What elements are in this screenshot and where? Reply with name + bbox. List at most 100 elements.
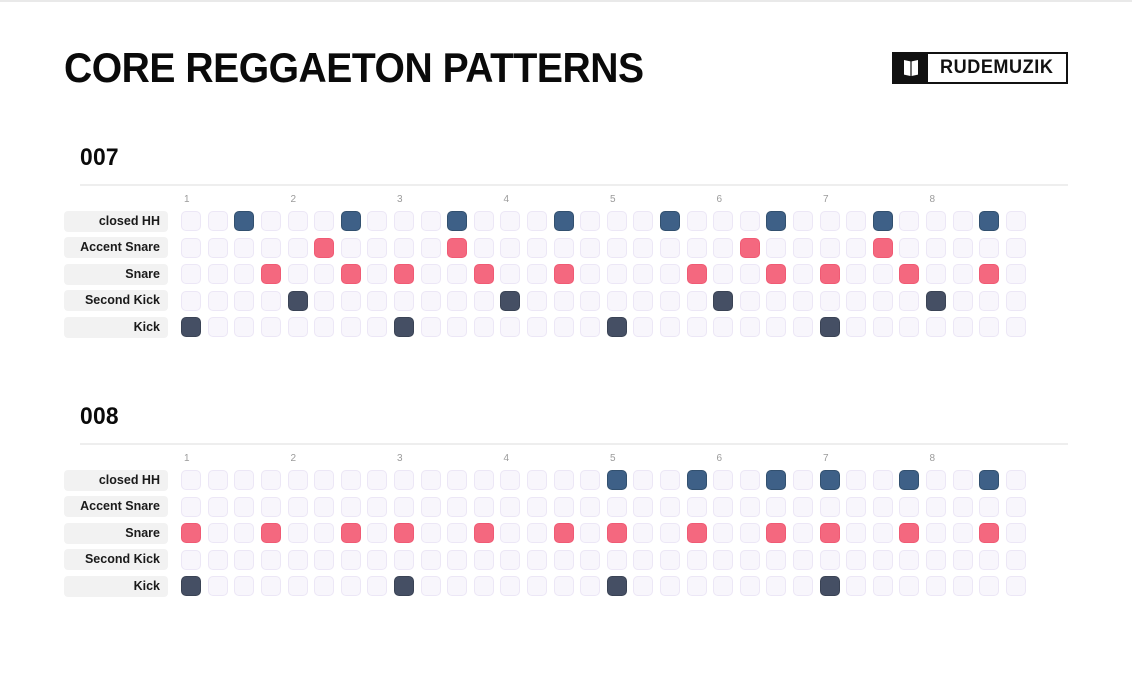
step-cell[interactable] — [471, 547, 498, 574]
step-pad-active[interactable] — [899, 264, 920, 285]
step-pad-empty[interactable] — [287, 496, 308, 517]
step-pad-active[interactable] — [340, 523, 361, 544]
step-cell[interactable] — [869, 520, 896, 547]
step-pad-active[interactable] — [766, 264, 787, 285]
step-cell[interactable] — [790, 288, 817, 315]
step-cell[interactable] — [736, 494, 763, 521]
step-cell[interactable] — [231, 573, 258, 600]
step-pad-empty[interactable] — [766, 317, 787, 338]
step-cell[interactable] — [471, 288, 498, 315]
step-pad-empty[interactable] — [420, 237, 441, 258]
step-cell[interactable] — [577, 467, 604, 494]
step-cell[interactable] — [524, 573, 551, 600]
step-pad-empty[interactable] — [234, 317, 255, 338]
step-pad-empty[interactable] — [473, 237, 494, 258]
step-cell[interactable] — [630, 520, 657, 547]
step-cell[interactable] — [391, 573, 418, 600]
step-cell[interactable] — [949, 520, 976, 547]
step-cell[interactable] — [869, 494, 896, 521]
step-cell[interactable] — [736, 261, 763, 288]
step-pad-empty[interactable] — [287, 576, 308, 597]
step-cell[interactable] — [497, 520, 524, 547]
step-pad-empty[interactable] — [952, 549, 973, 570]
step-cell[interactable] — [284, 467, 311, 494]
step-cell[interactable] — [790, 314, 817, 341]
step-pad-empty[interactable] — [527, 470, 548, 491]
step-pad-empty[interactable] — [952, 290, 973, 311]
step-cell[interactable] — [497, 547, 524, 574]
step-cell[interactable] — [976, 467, 1003, 494]
step-pad-empty[interactable] — [633, 290, 654, 311]
step-cell[interactable] — [391, 494, 418, 521]
step-cell[interactable] — [949, 261, 976, 288]
step-cell[interactable] — [949, 288, 976, 315]
step-pad-empty[interactable] — [420, 523, 441, 544]
step-cell[interactable] — [577, 288, 604, 315]
step-cell[interactable] — [524, 208, 551, 235]
step-cell[interactable] — [923, 261, 950, 288]
step-pad-empty[interactable] — [792, 523, 813, 544]
step-pad-empty[interactable] — [606, 211, 627, 232]
step-cell[interactable] — [231, 208, 258, 235]
step-cell[interactable] — [710, 520, 737, 547]
step-pad-empty[interactable] — [207, 523, 228, 544]
step-pad-empty[interactable] — [394, 211, 415, 232]
step-pad-active[interactable] — [899, 523, 920, 544]
step-cell[interactable] — [710, 494, 737, 521]
step-cell[interactable] — [284, 520, 311, 547]
step-pad-active[interactable] — [686, 470, 707, 491]
step-pad-empty[interactable] — [792, 576, 813, 597]
step-cell[interactable] — [391, 467, 418, 494]
step-pad-empty[interactable] — [846, 549, 867, 570]
step-pad-active[interactable] — [181, 523, 202, 544]
step-pad-empty[interactable] — [500, 211, 521, 232]
step-cell[interactable] — [976, 494, 1003, 521]
step-pad-empty[interactable] — [925, 576, 946, 597]
step-cell[interactable] — [843, 547, 870, 574]
step-cell[interactable] — [178, 288, 205, 315]
step-cell[interactable] — [284, 494, 311, 521]
step-pad-empty[interactable] — [713, 470, 734, 491]
step-pad-active[interactable] — [314, 237, 335, 258]
step-cell[interactable] — [843, 208, 870, 235]
step-cell[interactable] — [444, 520, 471, 547]
step-cell[interactable] — [657, 235, 684, 262]
step-pad-empty[interactable] — [659, 290, 680, 311]
step-cell[interactable] — [816, 314, 843, 341]
step-pad-empty[interactable] — [819, 237, 840, 258]
step-pad-empty[interactable] — [207, 211, 228, 232]
step-cell[interactable] — [471, 314, 498, 341]
step-cell[interactable] — [604, 547, 631, 574]
step-cell[interactable] — [231, 235, 258, 262]
step-pad-active[interactable] — [553, 523, 574, 544]
step-cell[interactable] — [417, 288, 444, 315]
step-cell[interactable] — [816, 547, 843, 574]
step-cell[interactable] — [497, 467, 524, 494]
step-cell[interactable] — [550, 235, 577, 262]
step-pad-empty[interactable] — [553, 470, 574, 491]
step-pad-empty[interactable] — [952, 576, 973, 597]
step-pad-empty[interactable] — [447, 290, 468, 311]
step-pad-empty[interactable] — [473, 211, 494, 232]
step-pad-empty[interactable] — [713, 237, 734, 258]
step-pad-empty[interactable] — [314, 211, 335, 232]
step-pad-empty[interactable] — [766, 496, 787, 517]
step-cell[interactable] — [391, 314, 418, 341]
step-pad-active[interactable] — [606, 317, 627, 338]
step-pad-active[interactable] — [340, 264, 361, 285]
step-cell[interactable] — [391, 547, 418, 574]
step-cell[interactable] — [311, 208, 338, 235]
step-pad-empty[interactable] — [367, 237, 388, 258]
step-cell[interactable] — [338, 520, 365, 547]
step-pad-empty[interactable] — [792, 470, 813, 491]
step-pad-empty[interactable] — [872, 317, 893, 338]
step-cell[interactable] — [444, 314, 471, 341]
step-cell[interactable] — [338, 314, 365, 341]
step-pad-empty[interactable] — [367, 549, 388, 570]
step-cell[interactable] — [205, 547, 232, 574]
step-cell[interactable] — [444, 235, 471, 262]
step-cell[interactable] — [471, 208, 498, 235]
step-pad-empty[interactable] — [580, 211, 601, 232]
step-pad-active[interactable] — [340, 211, 361, 232]
step-pad-empty[interactable] — [181, 290, 202, 311]
